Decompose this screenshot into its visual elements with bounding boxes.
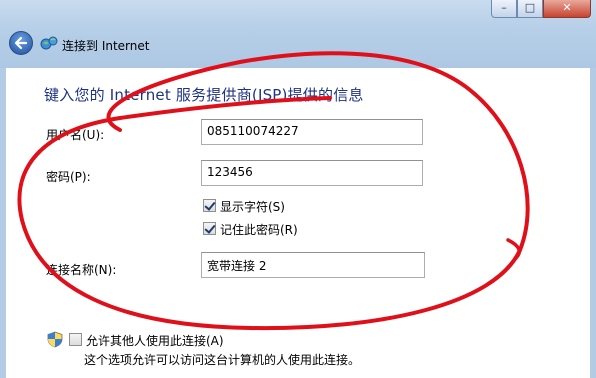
connection-name-label: 连接名称(N): <box>46 263 117 277</box>
window-frame-right <box>590 68 596 378</box>
show-chars-checkbox[interactable] <box>203 199 216 212</box>
allow-others-label: 允许其他人使用此连接(A) <box>86 334 224 348</box>
uac-shield-icon <box>47 331 63 348</box>
minimize-button[interactable]: – <box>491 0 517 18</box>
page-heading: 键入您的 Internet 服务提供商(ISP)提供的信息 <box>44 86 364 104</box>
show-chars-label: 显示字符(S) <box>220 200 285 214</box>
back-button[interactable] <box>9 31 33 55</box>
remember-password-checkbox[interactable] <box>203 222 216 235</box>
maximize-button[interactable]: □ <box>517 0 543 18</box>
network-icon <box>40 36 58 50</box>
back-arrow-icon <box>14 36 28 50</box>
window-controls: – □ ✕ <box>491 0 591 20</box>
allow-others-checkbox[interactable] <box>69 333 82 346</box>
connection-name-field[interactable]: 宽带连接 2 <box>201 252 425 278</box>
close-button[interactable]: ✕ <box>543 0 591 18</box>
remember-password-label: 记住此密码(R) <box>220 223 298 237</box>
allow-others-note: 这个选项允许可以访问这台计算机的人使用此连接。 <box>84 353 361 367</box>
password-label: 密码(P): <box>46 170 91 184</box>
wizard-title: 连接到 Internet <box>62 39 150 53</box>
username-label: 用户名(U): <box>46 128 105 142</box>
username-field[interactable]: 085110074227 <box>201 119 423 145</box>
password-field[interactable]: 123456 <box>201 160 423 186</box>
